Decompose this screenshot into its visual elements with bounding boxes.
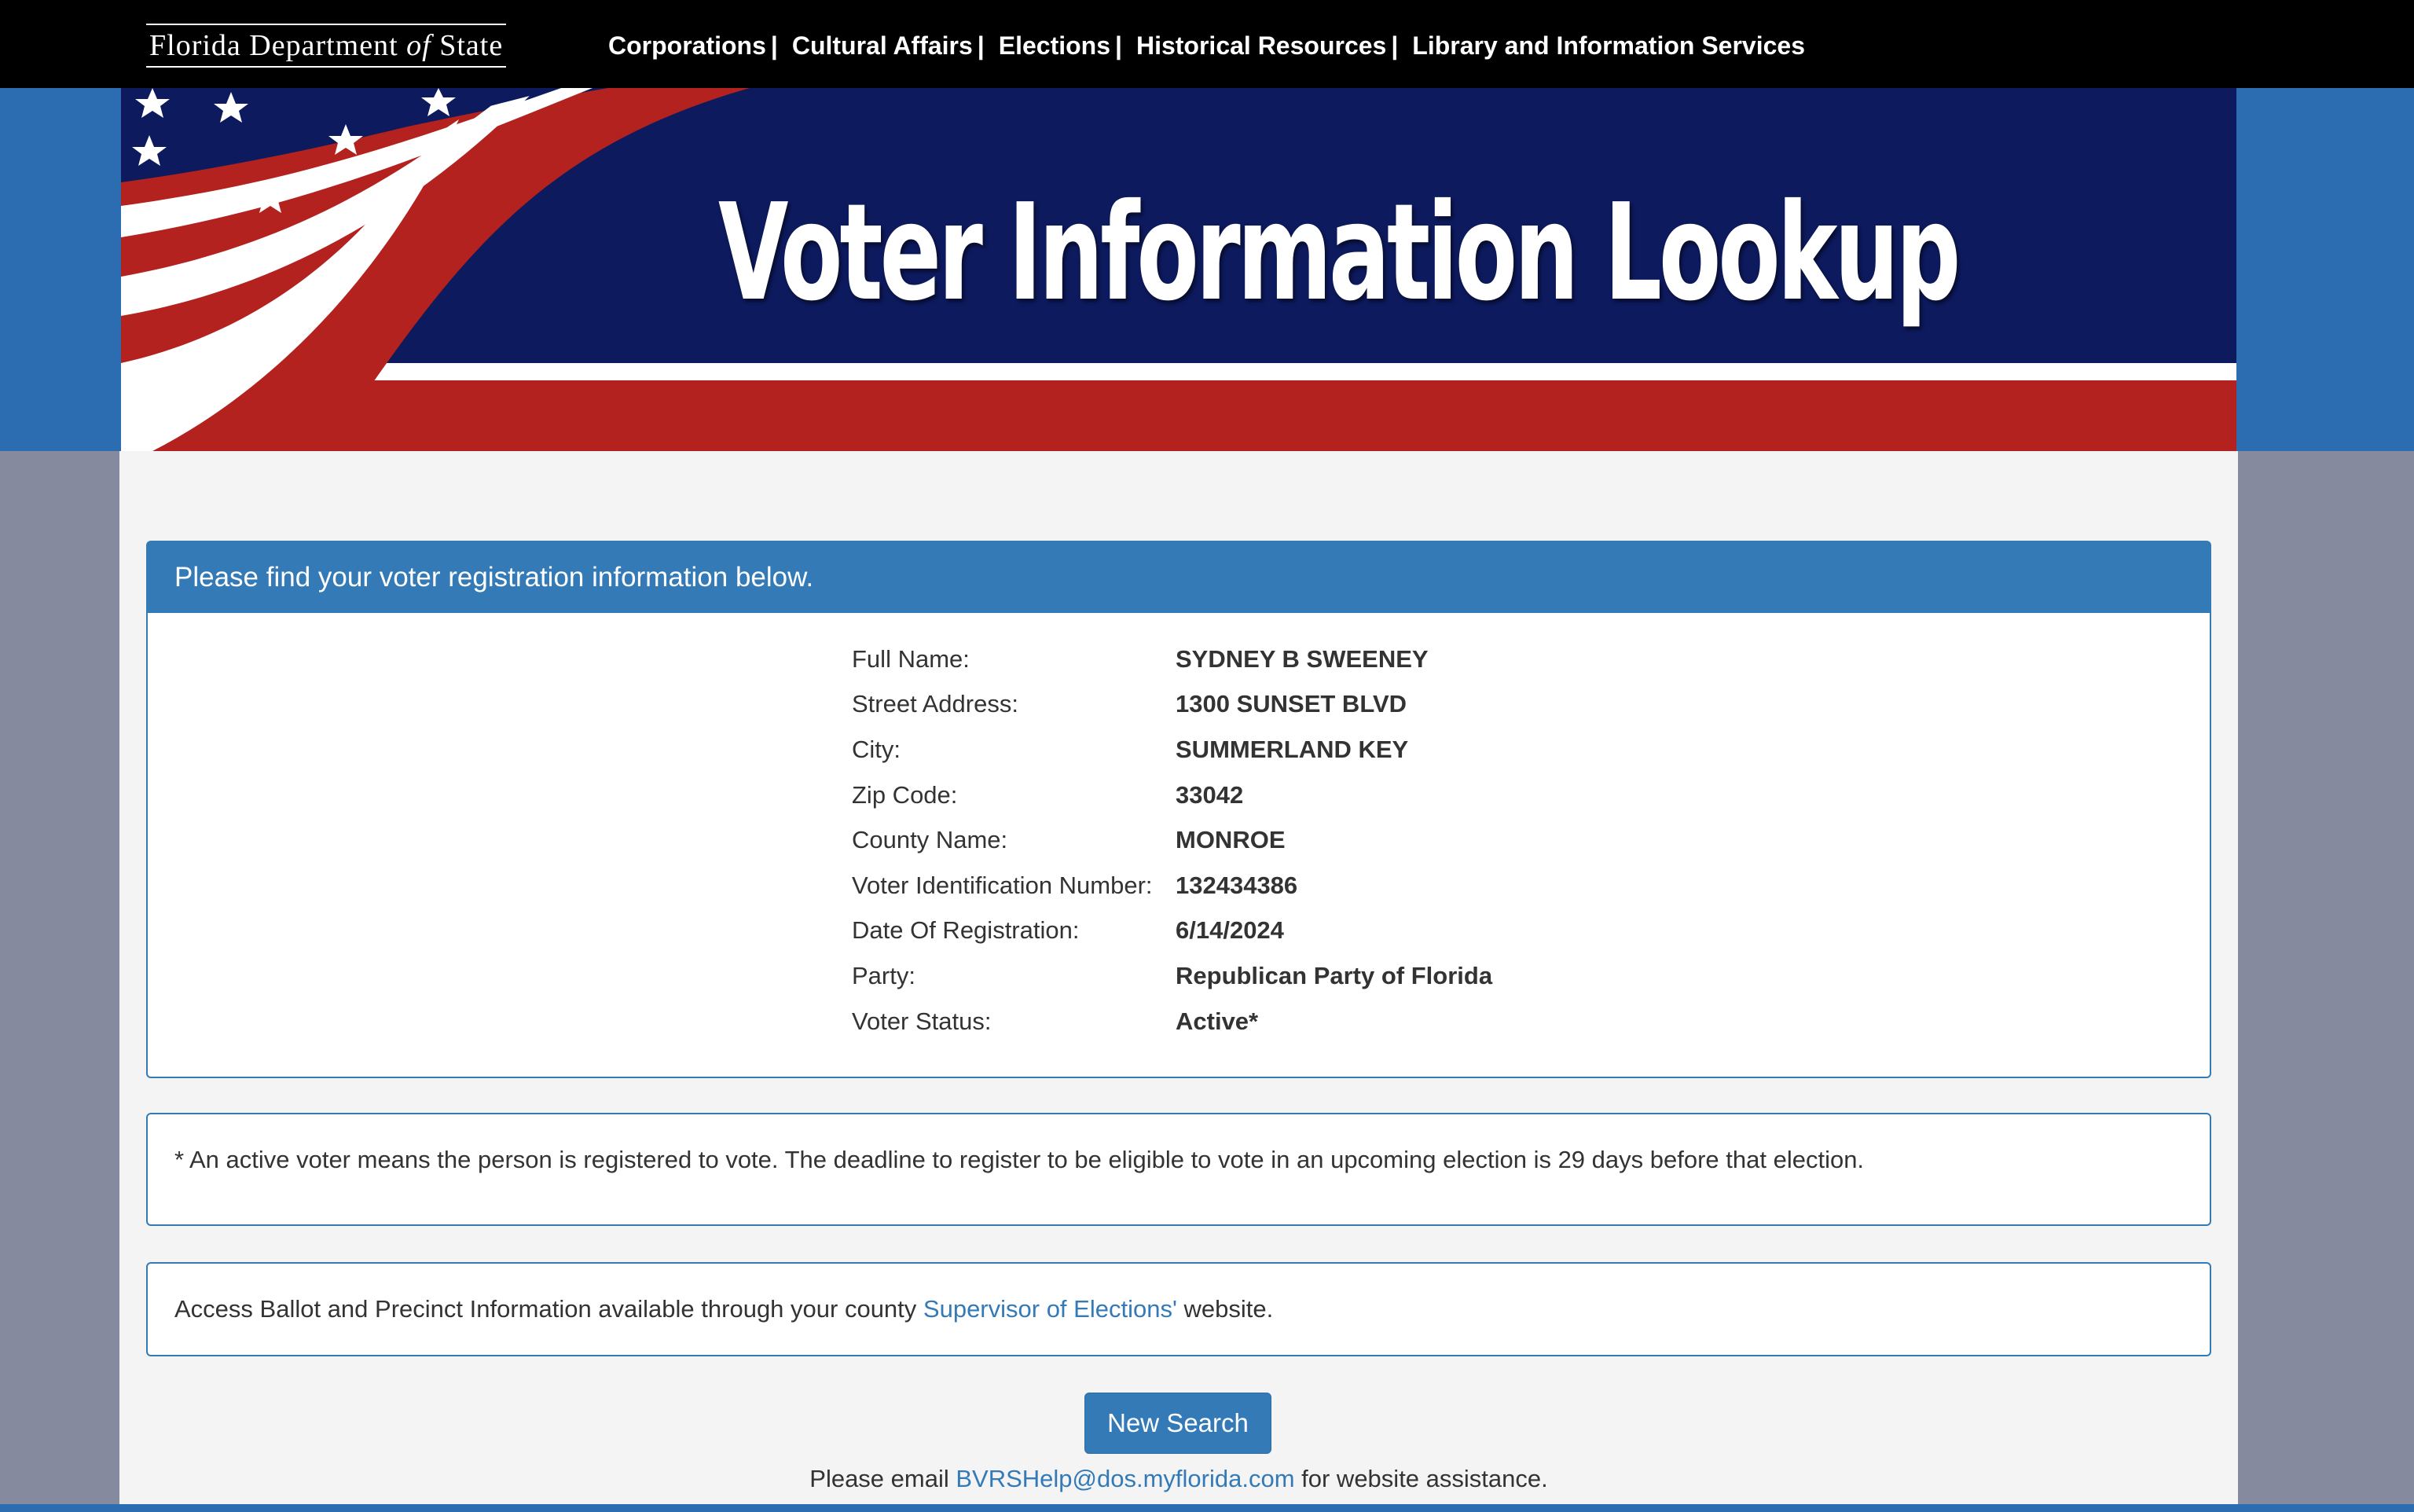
- nav-elections[interactable]: Elections: [999, 31, 1110, 61]
- info-value: Active*: [1176, 1007, 1259, 1035]
- info-value: 33042: [1176, 780, 1244, 809]
- info-label: City:: [852, 735, 901, 763]
- page-title: Voter Information Lookup: [718, 175, 1961, 331]
- page-banner: Voter Information Lookup: [121, 88, 2236, 451]
- footer-suffix: for website assistance.: [1294, 1465, 1548, 1492]
- main-nav: Corporations | Cultural Affairs | Electi…: [608, 24, 1819, 68]
- active-voter-note: * An active voter means the person is re…: [174, 1146, 1865, 1173]
- nav-separator: |: [977, 31, 985, 60]
- nav-separator: |: [1115, 31, 1122, 60]
- ballot-info-text: Access Ballot and Precinct Information a…: [174, 1295, 1273, 1323]
- bottom-bar: [0, 1504, 2414, 1512]
- info-row-full-name: Full Name: SYDNEY B SWEENEY: [852, 637, 1492, 682]
- info-label: Voter Status:: [852, 1007, 992, 1035]
- nav-cultural-affairs[interactable]: Cultural Affairs: [792, 31, 973, 61]
- info-label: County Name:: [852, 826, 1008, 854]
- logo-text-2: State: [439, 29, 504, 62]
- info-value: SYDNEY B SWEENEY: [1176, 644, 1429, 673]
- florida-dos-logo[interactable]: Florida Department of State: [146, 24, 507, 68]
- info-value: 6/14/2024: [1176, 916, 1284, 945]
- info-row-party: Party: Republican Party of Florida: [852, 953, 1492, 999]
- info-value: 132434386: [1176, 871, 1298, 899]
- panel-heading: Please find your voter registration info…: [148, 542, 2210, 613]
- info-row-voter-id: Voter Identification Number: 132434386: [852, 863, 1492, 908]
- nav-separator: |: [770, 31, 778, 60]
- info-label: Full Name:: [852, 644, 970, 673]
- nav-corporations[interactable]: Corporations: [608, 31, 766, 61]
- new-search-button[interactable]: New Search: [1084, 1393, 1271, 1454]
- nav-library-information-services[interactable]: Library and Information Services: [1412, 31, 1805, 61]
- voter-info-table: Full Name: SYDNEY B SWEENEY Street Addre…: [852, 637, 1492, 1044]
- ballot-info-panel: Access Ballot and Precinct Information a…: [146, 1262, 2211, 1356]
- footer-help-text: Please email BVRSHelp@dos.myflorida.com …: [119, 1454, 2238, 1504]
- info-label: Party:: [852, 961, 915, 989]
- nav-historical-resources[interactable]: Historical Resources: [1136, 31, 1386, 61]
- flag-graphic-icon: [121, 88, 750, 451]
- info-row-zip-code: Zip Code: 33042: [852, 773, 1492, 818]
- main-content: Please find your voter registration info…: [119, 451, 2238, 1504]
- info-row-registration-date: Date Of Registration: 6/14/2024: [852, 908, 1492, 954]
- info-label: Date Of Registration:: [852, 916, 1080, 945]
- voter-info-panel: Please find your voter registration info…: [146, 541, 2211, 1078]
- nav-separator: |: [1391, 31, 1399, 60]
- info-label: Voter Identification Number:: [852, 871, 1153, 899]
- info-row-city: City: SUMMERLAND KEY: [852, 727, 1492, 773]
- help-email-link[interactable]: BVRSHelp@dos.myflorida.com: [956, 1465, 1294, 1492]
- info-value: 1300 SUNSET BLVD: [1176, 690, 1407, 718]
- logo-text-1: Florida Department: [149, 29, 398, 62]
- ballot-info-suffix: website.: [1176, 1295, 1274, 1323]
- info-value: Republican Party of Florida: [1176, 961, 1493, 989]
- info-label: Street Address:: [852, 690, 1018, 718]
- info-value: SUMMERLAND KEY: [1176, 735, 1409, 763]
- ballot-info-prefix: Access Ballot and Precinct Information a…: [174, 1295, 923, 1323]
- info-row-street-address: Street Address: 1300 SUNSET BLVD: [852, 682, 1492, 728]
- supervisor-of-elections-link[interactable]: Supervisor of Elections': [923, 1295, 1177, 1323]
- info-row-voter-status: Voter Status: Active*: [852, 999, 1492, 1044]
- footer-prefix: Please email: [809, 1465, 956, 1492]
- logo-text-of: of: [406, 29, 431, 62]
- top-nav-bar: Florida Department of State Corporations…: [0, 0, 2414, 88]
- info-value: MONROE: [1176, 826, 1286, 854]
- active-voter-note-panel: * An active voter means the person is re…: [146, 1113, 2211, 1226]
- info-label: Zip Code:: [852, 780, 958, 809]
- info-row-county-name: County Name: MONROE: [852, 817, 1492, 863]
